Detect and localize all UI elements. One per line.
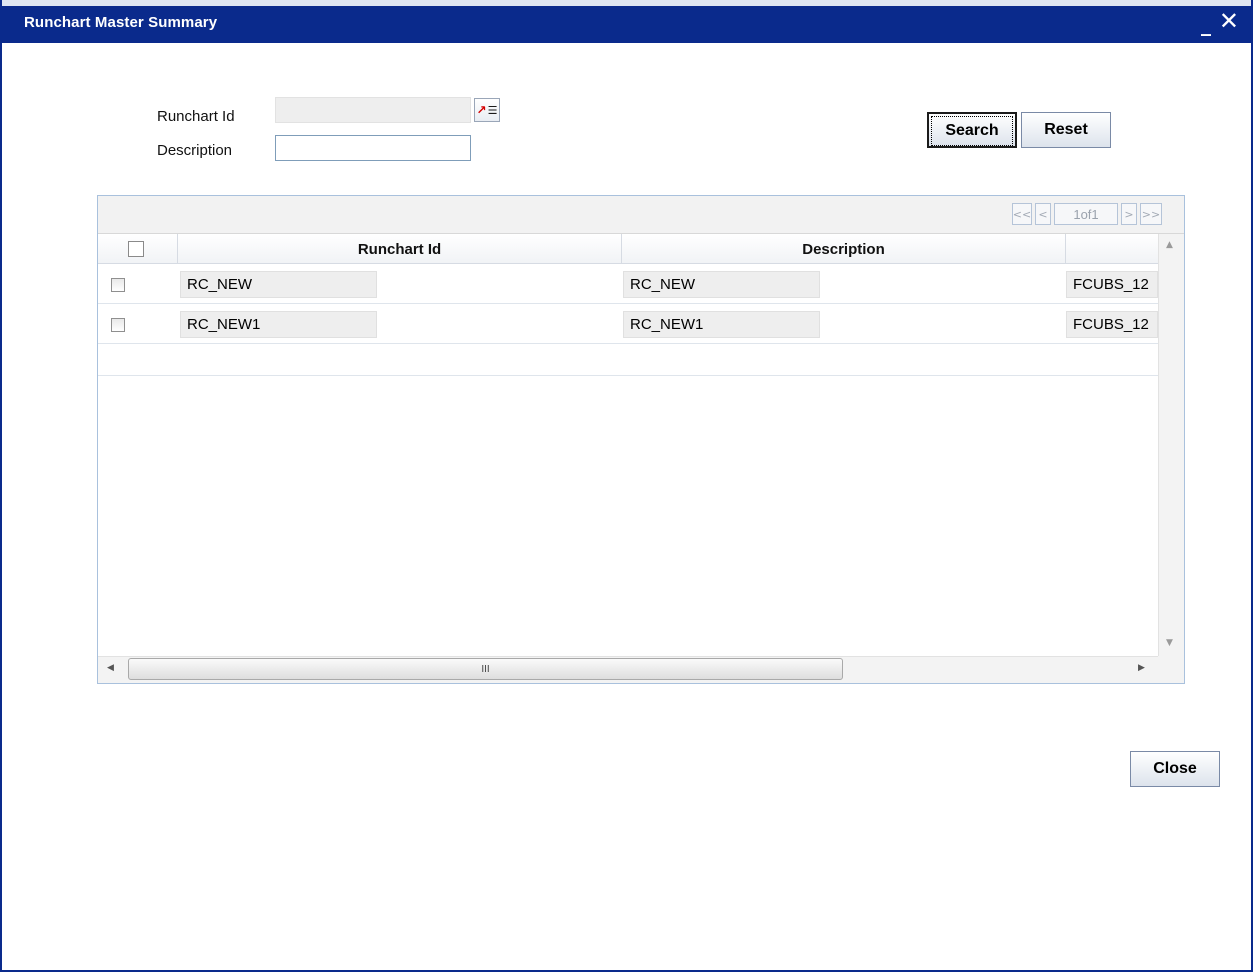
horizontal-scrollbar[interactable]: ◀ III ▶ <box>98 656 1158 683</box>
prev-page-button[interactable]: < <box>1035 203 1051 225</box>
row-runchart-id: RC_NEW1 <box>180 311 377 338</box>
next-page-button[interactable]: > <box>1121 203 1137 225</box>
scroll-down-icon[interactable]: ▼ <box>1166 638 1173 648</box>
list-of-values-icon: ↗ <box>476 103 487 117</box>
first-page-button[interactable]: << <box>1012 203 1032 225</box>
col-header-runchart-id[interactable]: Runchart Id <box>178 234 622 264</box>
title-bar: Runchart Master Summary _ ✕ <box>2 0 1251 43</box>
row-description: RC_NEW <box>623 271 820 298</box>
scroll-left-icon[interactable]: ◀ <box>107 663 114 673</box>
table-row[interactable]: RC_NEW RC_NEW FCUBS_12 <box>98 265 1158 304</box>
table-row-empty <box>98 345 1158 376</box>
grid-toolbar: << < 1of1 > >> <box>98 196 1184 234</box>
close-window-icon[interactable]: ✕ <box>1219 7 1239 35</box>
description-label: Description <box>157 142 233 159</box>
search-button-label: Search <box>931 116 1013 146</box>
table-row[interactable]: RC_NEW1 RC_NEW1 FCUBS_12 <box>98 305 1158 344</box>
window-title: Runchart Master Summary <box>24 14 218 31</box>
reset-button[interactable]: Reset <box>1021 112 1111 148</box>
horizontal-scroll-thumb[interactable]: III <box>128 658 843 680</box>
last-page-button[interactable]: >> <box>1140 203 1162 225</box>
scroll-up-icon[interactable]: ▲ <box>1166 240 1173 250</box>
search-button[interactable]: Search <box>927 112 1017 148</box>
row-checkbox[interactable] <box>111 278 125 292</box>
close-button[interactable]: Close <box>1130 751 1220 787</box>
results-grid: << < 1of1 > >> Runchart Id Description R… <box>97 195 1185 684</box>
runchart-id-lov-button[interactable]: ↗ ☰ <box>474 98 500 122</box>
row-extra: FCUBS_12 <box>1066 271 1158 298</box>
description-input[interactable] <box>275 135 471 161</box>
row-extra: FCUBS_12 <box>1066 311 1158 338</box>
page-indicator: 1of1 <box>1054 203 1118 225</box>
grid-header: Runchart Id Description <box>98 234 1158 264</box>
scroll-right-icon[interactable]: ▶ <box>1138 663 1145 673</box>
select-all-checkbox[interactable] <box>128 241 144 257</box>
col-header-description[interactable]: Description <box>622 234 1066 264</box>
row-description: RC_NEW1 <box>623 311 820 338</box>
vertical-scrollbar[interactable]: ▲ ▼ <box>1158 234 1184 656</box>
col-header-extra <box>1066 234 1158 264</box>
scroll-corner <box>1158 656 1184 683</box>
runchart-id-label: Runchart Id <box>157 108 235 125</box>
minimize-icon[interactable]: _ <box>1201 12 1211 36</box>
select-all-cell <box>98 234 178 264</box>
runchart-master-summary-window: Runchart Master Summary _ ✕ Runchart Id … <box>0 0 1253 972</box>
row-runchart-id: RC_NEW <box>180 271 377 298</box>
row-checkbox[interactable] <box>111 318 125 332</box>
runchart-id-input[interactable] <box>275 97 471 123</box>
